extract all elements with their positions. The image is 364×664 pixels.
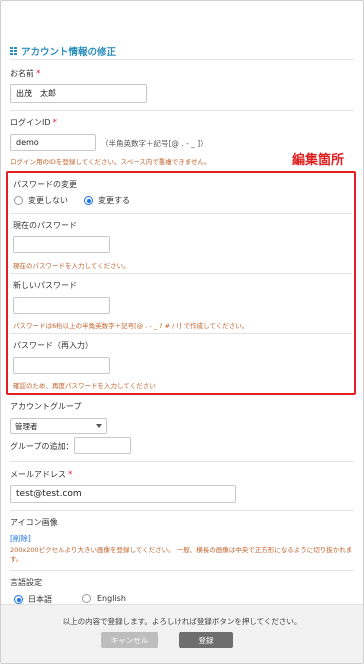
footer-message: 以上の内容で登録します。よろしければ登録ボタンを押してください。 bbox=[62, 617, 302, 626]
radio-unchecked-icon[interactable] bbox=[82, 594, 91, 603]
page-title: アカウント情報の修正 bbox=[10, 44, 116, 58]
radio-no-change-label: 変更しない bbox=[28, 196, 68, 205]
divider bbox=[10, 213, 352, 214]
cancel-button-label: キャンセル bbox=[110, 635, 149, 645]
password-confirm-field[interactable] bbox=[13, 357, 110, 374]
radio-checked-icon[interactable] bbox=[14, 595, 23, 604]
icon-image-hint: 200x200ピクセルより大きい画像を登録してください。 一般、横長の画像は中央… bbox=[10, 546, 353, 563]
login-id-field-value: demo bbox=[16, 138, 39, 147]
language-label: 言語設定 bbox=[10, 578, 42, 587]
submit-button-label: 登録 bbox=[198, 635, 214, 645]
required-mark: * bbox=[68, 470, 73, 480]
radio-checked-icon[interactable] bbox=[84, 196, 93, 205]
group-add-label: グループの追加： bbox=[10, 442, 74, 451]
submit-button[interactable]: 登録 bbox=[179, 632, 233, 648]
cancel-button[interactable]: キャンセル bbox=[101, 632, 158, 648]
radio-change-label: 変更する bbox=[98, 196, 130, 205]
icon-image-label: アイコン画像 bbox=[10, 518, 58, 527]
delete-image-link[interactable]: [削除] bbox=[10, 533, 31, 544]
name-label-text: お名前 bbox=[10, 69, 34, 78]
account-group-select[interactable]: 管理者 bbox=[10, 418, 107, 434]
new-password-label: 新しいパスワード bbox=[13, 281, 77, 290]
radio-unchecked-icon[interactable] bbox=[14, 196, 23, 205]
name-label: お名前 * bbox=[10, 68, 41, 79]
radio-change[interactable]: 変更する bbox=[84, 195, 130, 206]
current-password-label: 現在のパスワード bbox=[13, 221, 77, 230]
name-field[interactable]: 出茂 太郎 bbox=[10, 84, 147, 103]
current-password-field[interactable] bbox=[13, 236, 110, 253]
login-id-hint: ログイン用のIDを登録してください。スペース内で重複できません。 bbox=[10, 158, 211, 166]
page-title-text: アカウント情報の修正 bbox=[21, 47, 117, 58]
grid-icon bbox=[10, 46, 18, 56]
divider bbox=[10, 273, 352, 274]
radio-english[interactable]: English bbox=[82, 594, 126, 603]
account-group-selected: 管理者 bbox=[15, 421, 38, 431]
current-password-hint: 現在のパスワードを入力してください。 bbox=[13, 262, 130, 270]
divider bbox=[10, 570, 354, 571]
edit-area-annotation: 編集箇所 bbox=[292, 153, 345, 168]
login-id-label-text: ログインID bbox=[10, 118, 51, 127]
password-confirm-label: パスワード（再入力） bbox=[13, 341, 93, 350]
radio-no-change[interactable]: 変更しない bbox=[14, 195, 68, 206]
password-change-label: パスワードの変更 bbox=[13, 180, 77, 189]
divider bbox=[10, 461, 354, 462]
divider bbox=[10, 110, 354, 111]
email-field-value: test@test.com bbox=[16, 489, 82, 499]
email-label: メールアドレス * bbox=[10, 469, 73, 480]
radio-english-label: English bbox=[97, 594, 126, 603]
new-password-field[interactable] bbox=[13, 297, 110, 314]
new-password-hint: パスワードは6桁以上の半角英数字＋記号[@ . - _ ? # / !] で作成… bbox=[13, 322, 249, 330]
divider bbox=[10, 510, 354, 511]
email-label-text: メールアドレス bbox=[10, 470, 66, 479]
required-mark: * bbox=[52, 118, 58, 128]
divider bbox=[10, 59, 354, 60]
divider bbox=[10, 333, 352, 334]
required-mark: * bbox=[36, 69, 41, 79]
chevron-down-icon bbox=[96, 424, 102, 428]
password-confirm-hint: 確認のため、再度パスワードを入力してください bbox=[13, 382, 156, 390]
login-id-field[interactable]: demo bbox=[10, 134, 96, 151]
login-id-format-hint: （半角英数字＋記号[@ . - _ ]） bbox=[101, 139, 208, 148]
account-group-label: アカウントグループ bbox=[10, 402, 82, 411]
login-id-label: ログインID * bbox=[10, 117, 57, 128]
email-field[interactable]: test@test.com bbox=[10, 485, 236, 503]
name-field-value: 出茂 太郎 bbox=[16, 89, 56, 98]
group-add-field[interactable] bbox=[74, 437, 131, 454]
